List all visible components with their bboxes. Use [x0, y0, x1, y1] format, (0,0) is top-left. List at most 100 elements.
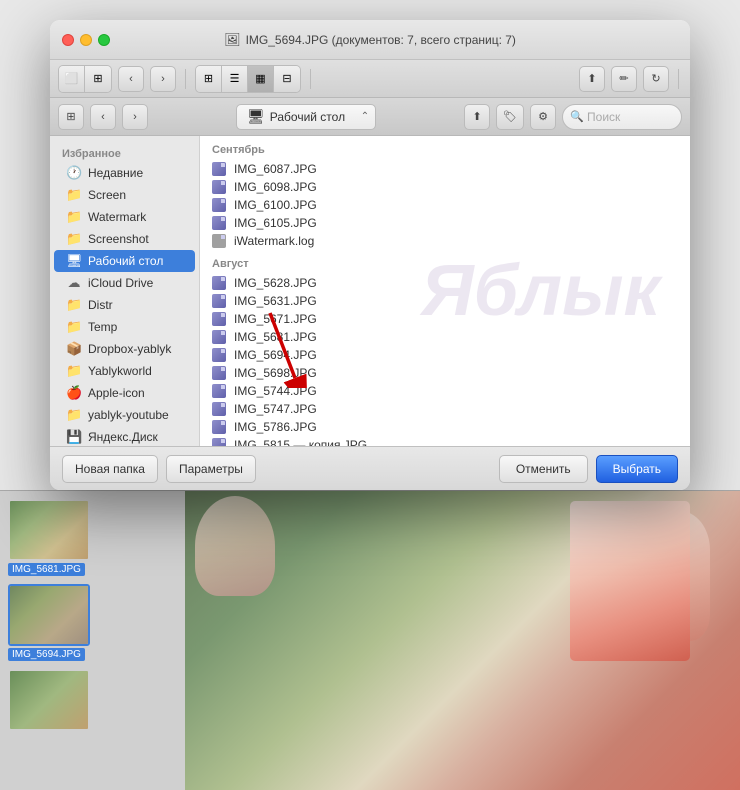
sidebar-item-screen[interactable]: 📁 Screen — [54, 184, 195, 206]
yandex-label: Яндекс.Диск — [88, 430, 158, 444]
file-view-toggle: ⊞ ☰ ▦ ⊟ — [195, 65, 301, 93]
sidebar-item-appleicon[interactable]: 🍎 Apple-icon — [54, 382, 195, 404]
forward-button[interactable]: › — [150, 66, 176, 92]
yablykworld-icon: 📁 — [66, 363, 82, 379]
temp-label: Temp — [88, 320, 117, 334]
cancel-button[interactable]: Отменить — [499, 455, 588, 483]
distr-icon: 📁 — [66, 297, 82, 313]
search-box[interactable]: 🔍 Поиск — [562, 104, 682, 130]
icloud-icon: ☁ — [66, 275, 82, 291]
view-icon[interactable]: ⊞ — [196, 66, 222, 92]
file-name: IMG_5744.JPG — [234, 384, 317, 398]
jpg-icon — [212, 216, 226, 230]
title-text: IMG_5694.JPG (документов: 7, всего стран… — [246, 33, 516, 47]
jpg-icon — [212, 198, 226, 212]
search-placeholder-text: Поиск — [587, 110, 620, 124]
edit-button[interactable]: ✏ — [611, 66, 637, 92]
path-selector[interactable]: 🖥 Рабочий стол — [236, 104, 376, 130]
list-item[interactable]: IMG_5671.JPG — [200, 310, 690, 328]
sidebar-toggle[interactable]: ⊞ — [58, 104, 84, 130]
list-item[interactable]: IMG_5815 — копия.JPG — [200, 436, 690, 446]
desktop-icon: 🖥 — [66, 253, 82, 269]
titlebar: 🖼 IMG_5694.JPG (документов: 7, всего стр… — [50, 20, 690, 60]
jpg-icon — [212, 348, 226, 362]
distr-label: Distr — [88, 298, 113, 312]
list-item[interactable]: IMG_5698.JPG — [200, 364, 690, 382]
rotate-button[interactable]: ↻ — [643, 66, 669, 92]
desktop-label: Рабочий стол — [88, 254, 163, 268]
window-title: 🖼 IMG_5694.JPG (документов: 7, всего стр… — [224, 32, 516, 48]
yablykworld-label: Yablykworld — [88, 364, 152, 378]
watermark-label: Watermark — [88, 210, 146, 224]
appleicon-icon: 🍎 — [66, 385, 82, 401]
jpg-icon — [212, 294, 226, 308]
list-item[interactable]: IMG_5631.JPG — [200, 292, 690, 310]
screen-label: Screen — [88, 188, 126, 202]
action-btn[interactable]: ⚙ — [530, 104, 556, 130]
list-item[interactable]: IMG_6087.JPG — [200, 160, 690, 178]
minimize-button[interactable] — [80, 34, 92, 46]
list-item[interactable]: IMG_5786.JPG — [200, 418, 690, 436]
toolbar-nav: ⊞ ‹ › 🖥 Рабочий стол ⬆ 🏷 ⚙ 🔍 Поиск — [50, 98, 690, 136]
separator-3 — [678, 69, 679, 89]
list-item[interactable]: IMG_5744.JPG — [200, 382, 690, 400]
log-icon — [212, 234, 226, 248]
sidebar-item-yablykworld[interactable]: 📁 Yablykworld — [54, 360, 195, 382]
sidebar-item-temp[interactable]: 📁 Temp — [54, 316, 195, 338]
sidebar-item-recents[interactable]: 🕐 Недавние — [54, 162, 195, 184]
appleicon-label: Apple-icon — [88, 386, 145, 400]
file-name: IMG_6105.JPG — [234, 216, 317, 230]
view-list[interactable]: ☰ — [222, 66, 248, 92]
file-name: IMG_5631.JPG — [234, 294, 317, 308]
list-item[interactable]: iWatermark.log — [200, 232, 690, 250]
new-folder-button[interactable]: Новая папка — [62, 455, 158, 483]
sidebar-item-distr[interactable]: 📁 Distr — [54, 294, 195, 316]
thumb-label: IMG_5681.JPG — [8, 563, 85, 576]
recents-icon: 🕐 — [66, 165, 82, 181]
thumbnail-item[interactable]: IMG_5681.JPG — [8, 499, 177, 576]
share-btn-2[interactable]: ⬆ — [464, 104, 490, 130]
sidebar-item-screenshot[interactable]: 📁 Screenshot — [54, 228, 195, 250]
view-btn-sidebar[interactable]: ⬜ — [59, 66, 85, 92]
view-gallery[interactable]: ⊟ — [274, 66, 300, 92]
maximize-button[interactable] — [98, 34, 110, 46]
sidebar-item-watermark[interactable]: 📁 Watermark — [54, 206, 195, 228]
sidebar-item-dropbox[interactable]: 📦 Dropbox-yablyk — [54, 338, 195, 360]
jpg-icon — [212, 276, 226, 290]
choose-button[interactable]: Выбрать — [596, 455, 678, 483]
list-item[interactable]: IMG_5747.JPG — [200, 400, 690, 418]
thumbnail-item-2[interactable] — [8, 669, 177, 731]
list-item[interactable]: IMG_6100.JPG — [200, 196, 690, 214]
thumbnail-item-selected[interactable]: IMG_5694.JPG — [8, 584, 177, 661]
list-item[interactable]: IMG_5628.JPG — [200, 274, 690, 292]
file-name: IMG_6087.JPG — [234, 162, 317, 176]
path-label: Рабочий стол — [270, 110, 345, 124]
sidebar-item-desktop[interactable]: 🖥 Рабочий стол — [54, 250, 195, 272]
close-button[interactable] — [62, 34, 74, 46]
sidebar: Избранное 🕐 Недавние 📁 Screen 📁 Watermar… — [50, 136, 200, 446]
thumb-label-selected: IMG_5694.JPG — [8, 648, 85, 661]
back-button[interactable]: ‹ — [118, 66, 144, 92]
view-btn-columns[interactable]: ⊞ — [85, 66, 111, 92]
list-item[interactable]: IMG_6098.JPG — [200, 178, 690, 196]
sidebar-item-yandex[interactable]: 💾 Яндекс.Диск — [54, 426, 195, 446]
label-btn[interactable]: 🏷 — [496, 104, 524, 130]
watermark-icon: 📁 — [66, 209, 82, 225]
options-button[interactable]: Параметры — [166, 455, 256, 483]
sidebar-item-youtube[interactable]: 📁 yablyk-youtube — [54, 404, 195, 426]
view-toggle-group: ⬜ ⊞ — [58, 65, 112, 93]
nav-forward[interactable]: › — [122, 104, 148, 130]
share-button[interactable]: ⬆ — [579, 66, 605, 92]
list-item[interactable]: IMG_6105.JPG — [200, 214, 690, 232]
separator — [185, 69, 186, 89]
sidebar-item-icloud[interactable]: ☁ iCloud Drive — [54, 272, 195, 294]
list-item[interactable]: IMG_5681.JPG — [200, 328, 690, 346]
nav-back[interactable]: ‹ — [90, 104, 116, 130]
file-name: IMG_5698.JPG — [234, 366, 317, 380]
screenshot-icon: 📁 — [66, 231, 82, 247]
preview-area: IMG_5681.JPG IMG_5694.JPG — [0, 490, 740, 790]
screenshot-label: Screenshot — [88, 232, 149, 246]
jpg-icon — [212, 384, 226, 398]
list-item[interactable]: IMG_5694.JPG — [200, 346, 690, 364]
view-columns[interactable]: ▦ — [248, 66, 274, 92]
